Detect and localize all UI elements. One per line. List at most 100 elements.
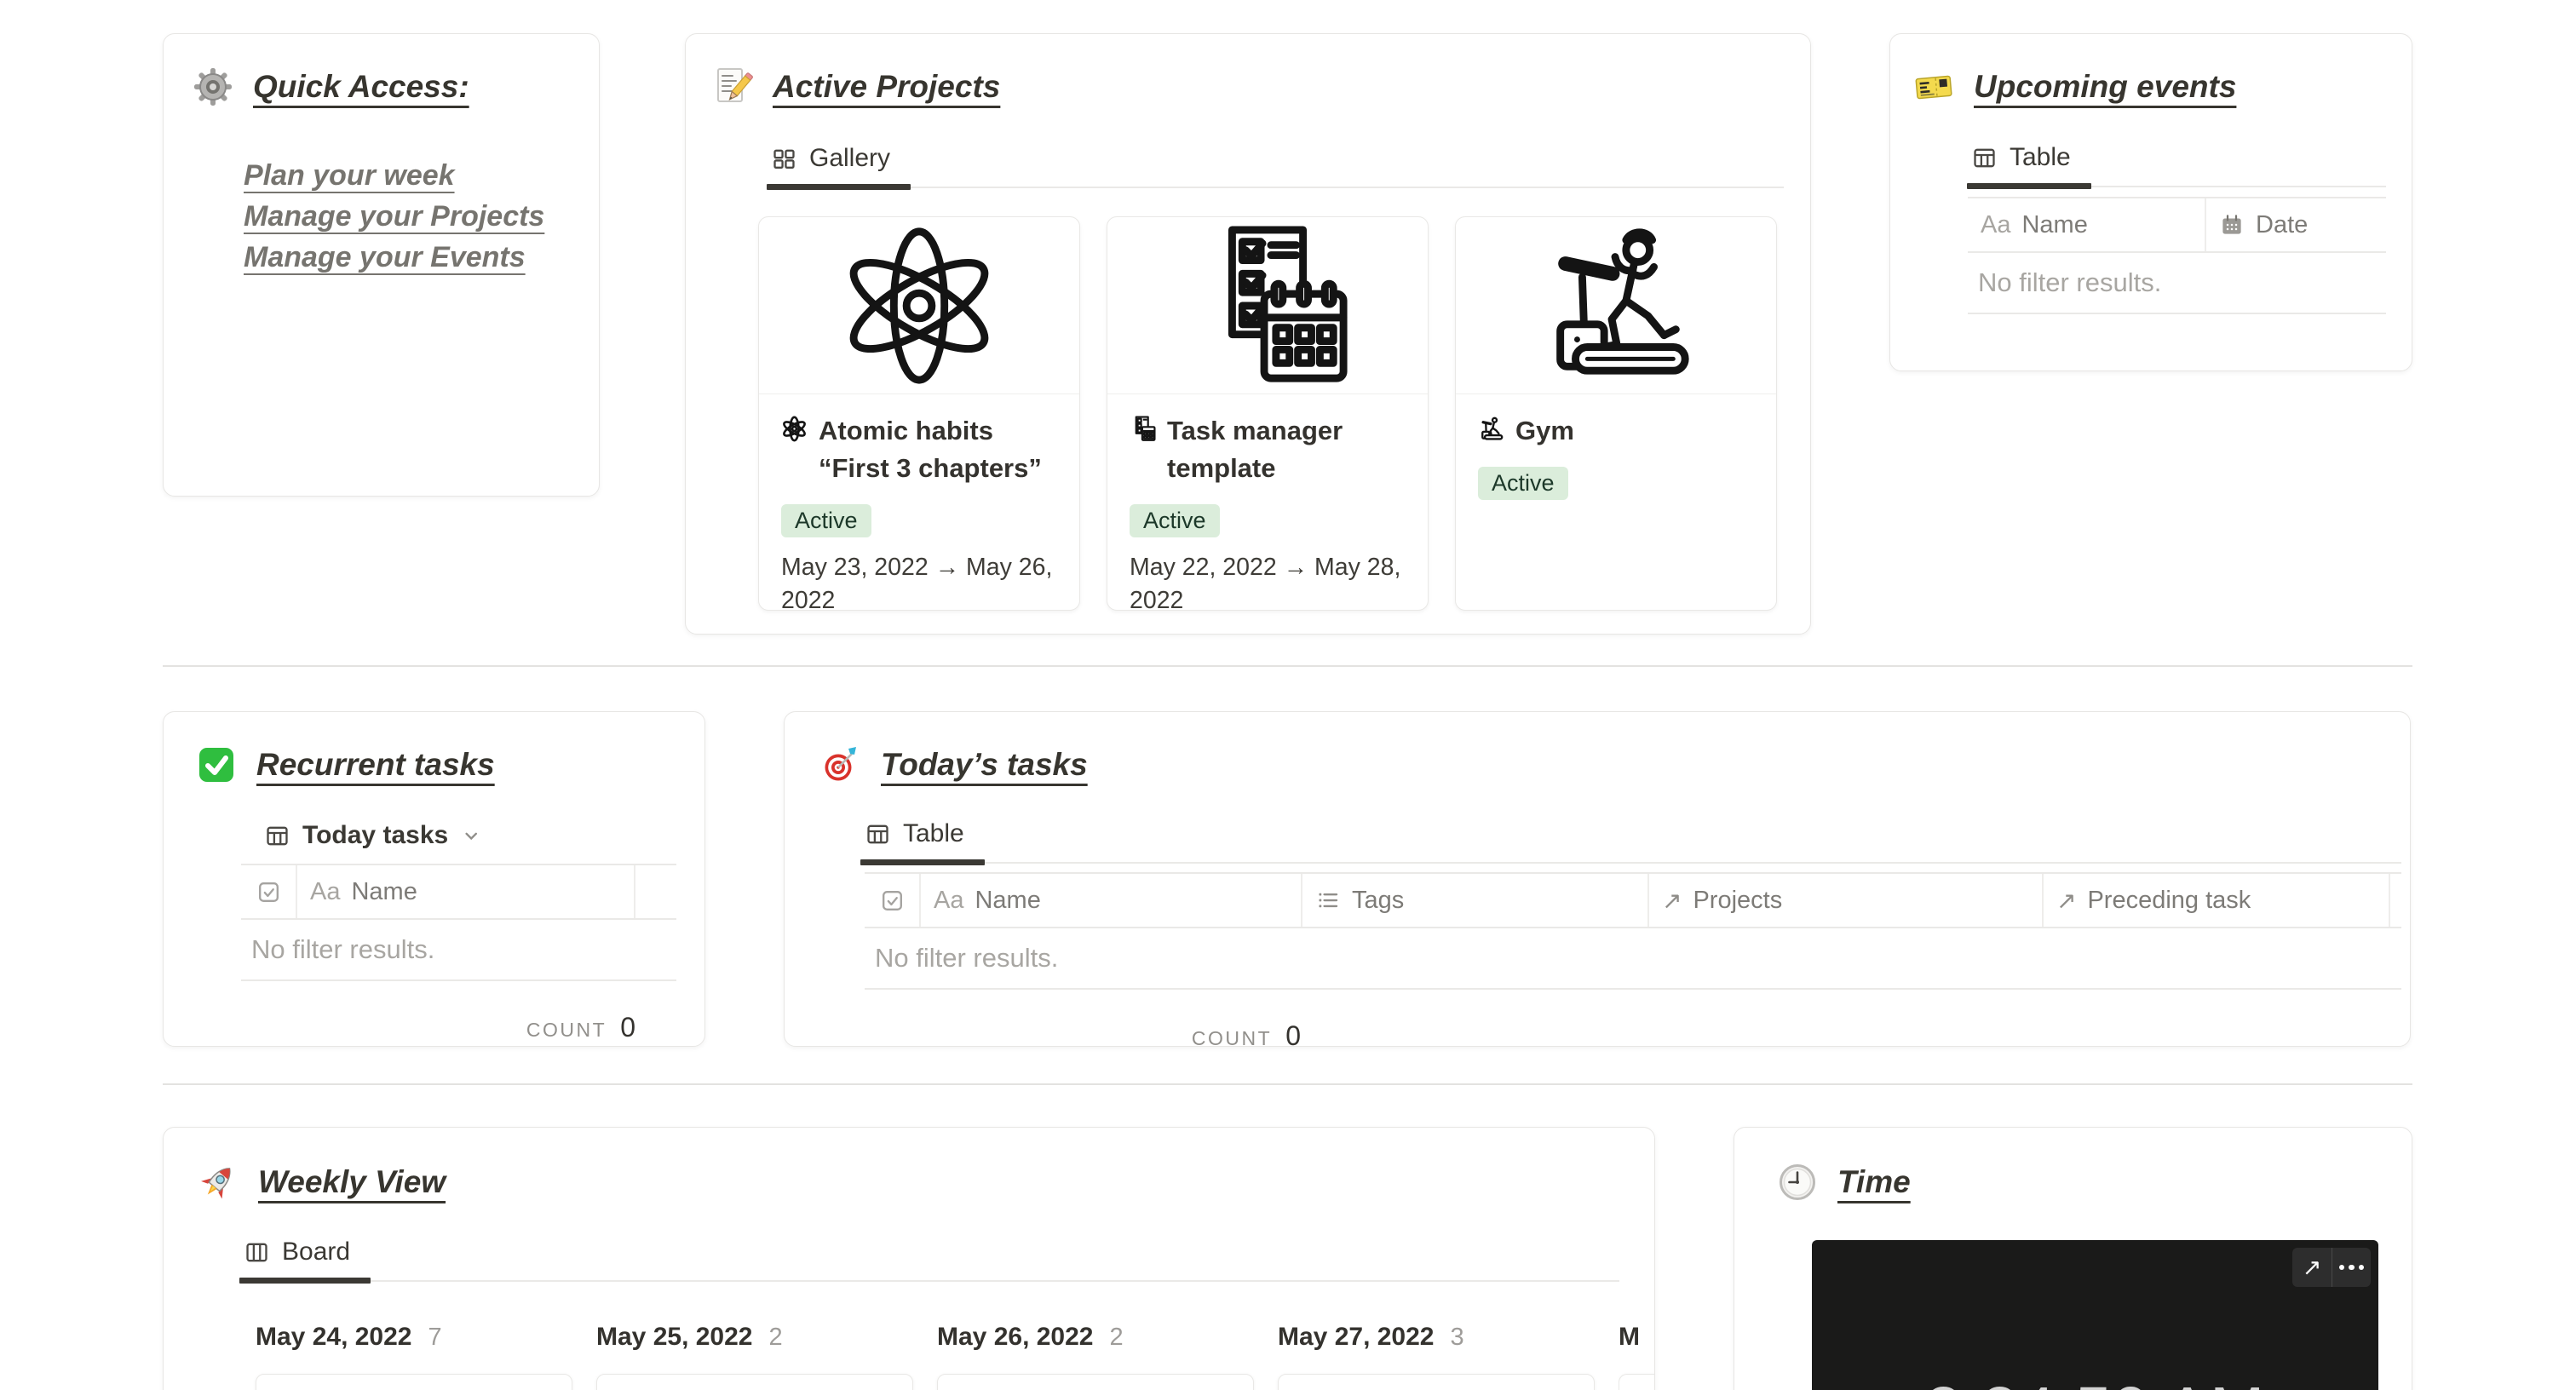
recurrent-tasks-title[interactable]: Recurrent tasks (256, 747, 495, 783)
board-card-morning-routine[interactable]: Morning routine (256, 1374, 572, 1390)
gallery-cards: Atomic habits “First 3 chapters” Active … (758, 216, 1810, 611)
middle-row: Recurrent tasks Today tasks Aa Name No f… (163, 711, 2412, 1051)
tab-table[interactable]: Table (1967, 143, 2091, 189)
time-title[interactable]: Time (1837, 1164, 1911, 1200)
status-badge: Active (781, 504, 871, 538)
status-badge: Active (1478, 467, 1568, 501)
board-column-label[interactable]: May 25, 2022 (596, 1323, 752, 1352)
upcoming-events-header: Upcoming events (1913, 66, 2412, 107)
active-projects-panel: Active Projects Gallery Atomic habits “F… (685, 33, 1811, 635)
count-label: COUNT (526, 1019, 607, 1041)
board-column-label[interactable]: M (1619, 1323, 1640, 1352)
view-switcher-label: Today tasks (302, 821, 449, 849)
recurrent-tasks-table: Aa Name No filter results. (241, 864, 676, 981)
tab-board[interactable]: Board (239, 1238, 371, 1284)
checkbox-icon (878, 887, 906, 915)
board-column: May 26, 2022 2 Morning routine (937, 1323, 1254, 1390)
card-title: Task manager template (1167, 416, 1343, 484)
count-value: 0 (620, 1012, 635, 1042)
column-header-date[interactable]: Date (2205, 198, 2386, 251)
board-columns: May 24, 2022 7 Morning routine (256, 1323, 1654, 1390)
board-column-count: 2 (1109, 1324, 1124, 1351)
tab-gallery[interactable]: Gallery (766, 144, 911, 190)
tab-board-label: Board (282, 1238, 351, 1266)
count-label: COUNT (1191, 1027, 1273, 1049)
recurrent-tasks-panel: Recurrent tasks Today tasks Aa Name No f… (163, 711, 705, 1047)
column-header-checkbox[interactable] (865, 874, 919, 927)
active-projects-title[interactable]: Active Projects (773, 69, 1000, 105)
tab-table-label: Table (903, 819, 964, 847)
page-divider (163, 665, 2412, 667)
column-header-name[interactable]: Aa Name (1968, 198, 2205, 251)
no-filter-results: No filter results. (865, 928, 2401, 990)
board-card-morning-routine[interactable]: Morning routine (1278, 1374, 1595, 1390)
board-column: May 27, 2022 3 Morning routine (1278, 1323, 1595, 1390)
gallery-icon (771, 146, 797, 172)
link-manage-your-projects[interactable]: Manage your Projects (244, 196, 544, 237)
board-column-label[interactable]: May 24, 2022 (256, 1323, 411, 1352)
no-filter-results: No filter results. (1968, 253, 2386, 314)
checkbox-icon (255, 878, 283, 906)
todays-tasks-table: Aa Name Tags ↗ Projects ↗ Preceding task… (865, 872, 2401, 990)
column-header-tags[interactable]: Tags (1301, 874, 1647, 927)
board-card-morning-routine[interactable]: Morning routine (596, 1374, 913, 1390)
tab-table-label: Table (2010, 143, 2071, 171)
board-column-partial: M (1619, 1323, 1654, 1390)
column-sliver (2389, 874, 2416, 927)
board-column: May 25, 2022 2 Morning routine (596, 1323, 913, 1390)
board-column-label[interactable]: May 26, 2022 (937, 1323, 1093, 1352)
tab-gallery-label: Gallery (809, 144, 891, 172)
todays-tasks-title[interactable]: Today’s tasks (881, 747, 1088, 783)
column-header-checkbox[interactable] (241, 865, 296, 918)
bottom-row: Weekly View Board May 24, 2022 7 May 25,… (163, 1127, 2412, 1390)
upcoming-events-title[interactable]: Upcoming events (1974, 69, 2236, 105)
column-header-name[interactable]: Aa Name (919, 874, 1301, 927)
atom-line-art (759, 217, 1079, 394)
atom-icon (781, 416, 808, 442)
digital-clock-display: 2:24:50 AM (1812, 1373, 2378, 1390)
column-header-preceding-task[interactable]: ↗ Preceding task (2042, 874, 2389, 927)
chevron-down-icon (460, 824, 482, 847)
text-type-icon: Aa (1981, 210, 2011, 238)
column-header-projects[interactable]: ↗ Projects (1647, 874, 2042, 927)
open-external-button[interactable]: ↗ (2292, 1248, 2332, 1287)
todays-tasks-header: Today’s tasks (820, 744, 2410, 785)
project-card-task-manager[interactable]: Task manager template Active May 22, 202… (1107, 216, 1429, 611)
todays-tasks-panel: Today’s tasks Table Aa Name Tags ↗ Proje… (784, 711, 2411, 1051)
more-options-button[interactable] (2332, 1248, 2371, 1287)
weekly-view-tabbar: Board (239, 1238, 1619, 1284)
project-card-gym[interactable]: Gym Active (1455, 216, 1777, 611)
count-value: 0 (1285, 1020, 1301, 1051)
rocket-icon (198, 1162, 239, 1203)
open-external-icon: ↗ (2302, 1254, 2322, 1281)
table-icon (1971, 145, 1998, 171)
count-row[interactable]: COUNT 0 (241, 1012, 635, 1043)
column-header-name[interactable]: Aa Name (296, 865, 634, 918)
more-icon (2338, 1264, 2365, 1271)
project-card-atomic-habits[interactable]: Atomic habits “First 3 chapters” Active … (758, 216, 1080, 611)
board-card-morning-routine[interactable]: Morning routine (937, 1374, 1254, 1390)
quick-access-title[interactable]: Quick Access: (253, 69, 469, 105)
link-plan-your-week[interactable]: Plan your week (244, 155, 455, 196)
time-embed[interactable]: ↗ 2:24:50 AM (1812, 1240, 2378, 1390)
recurrent-tasks-header: Recurrent tasks (196, 744, 704, 785)
weekly-view-title[interactable]: Weekly View (258, 1164, 446, 1200)
top-row: Quick Access: Plan your week Manage your… (163, 33, 2412, 635)
card-dates: May 23, 2022 → May 26, 2022 (781, 554, 1053, 611)
board-column: May 24, 2022 7 Morning routine (256, 1323, 572, 1390)
page-divider (163, 1083, 2412, 1085)
target-icon (820, 744, 861, 785)
board-column-count: 2 (768, 1324, 783, 1351)
text-type-icon: Aa (934, 886, 964, 914)
gear-icon (193, 66, 233, 107)
view-switcher-today-tasks[interactable]: Today tasks (264, 821, 704, 850)
card-title: Atomic habits “First 3 chapters” (819, 416, 1042, 484)
link-manage-your-events[interactable]: Manage your Events (244, 237, 526, 278)
board-column-label[interactable]: May 27, 2022 (1278, 1323, 1434, 1352)
tab-table[interactable]: Table (860, 819, 985, 865)
table-header-row: Aa Name (241, 865, 676, 920)
board-card-partial[interactable] (1619, 1374, 1654, 1390)
todays-tasks-tabbar: Table (860, 819, 2401, 865)
task-manager-icon (1130, 416, 1156, 442)
count-row[interactable]: COUNT 0 (865, 1020, 1301, 1052)
